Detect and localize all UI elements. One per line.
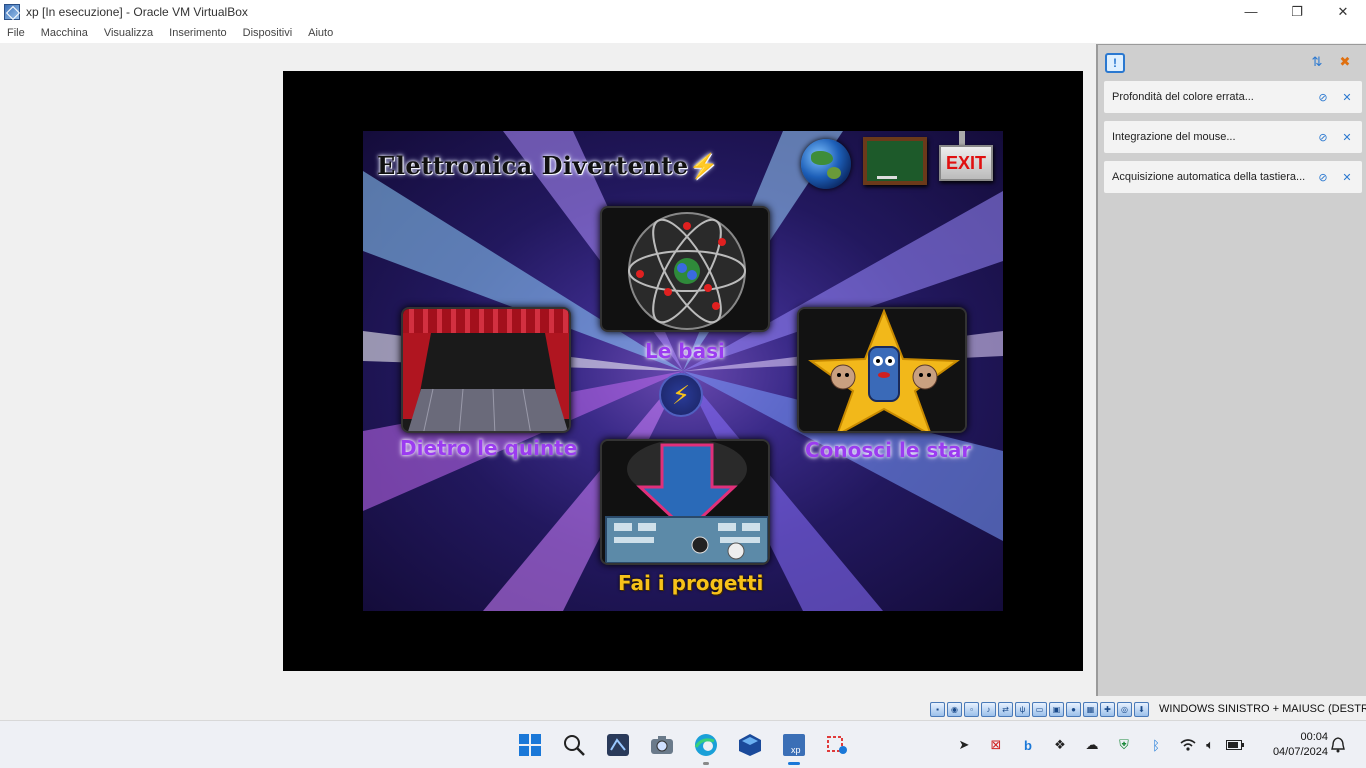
usb-icon[interactable]: ψ	[1015, 702, 1030, 717]
host-key-label: WINDOWS SINISTRO + MAIUSC (DESTRA)	[1159, 703, 1366, 715]
network-icon[interactable]: ⇄	[998, 702, 1013, 717]
notification-close-icon[interactable]: ✕	[1340, 170, 1354, 184]
stars-tile[interactable]	[797, 307, 967, 433]
notification-text: Integrazione del mouse...	[1112, 131, 1236, 143]
basics-tile[interactable]	[600, 206, 770, 332]
hard-disk-icon[interactable]: ▪	[930, 702, 945, 717]
theater-stage-icon	[403, 309, 569, 431]
notification-item: Profondità del colore errata... ⊘ ✕	[1104, 81, 1362, 113]
clock[interactable]: 00:04 04/07/2024	[1258, 730, 1328, 760]
notification-text: Profondità del colore errata...	[1112, 91, 1254, 103]
minimize-button[interactable]: —	[1228, 0, 1274, 23]
security-shield-icon[interactable]: ⛨	[1115, 736, 1133, 754]
keyboard-capture-icon[interactable]: ⬇	[1134, 702, 1149, 717]
dropbox-tray-icon[interactable]: ❖	[1051, 736, 1069, 754]
stars-label[interactable]: Conosci le star	[805, 438, 971, 462]
basics-label[interactable]: Le basi	[645, 339, 725, 363]
menu-input[interactable]: Inserimento	[169, 27, 226, 39]
camera-icon[interactable]	[649, 732, 675, 758]
optical-drive-icon[interactable]: ◉	[947, 702, 962, 717]
notification-panel: ! ⇅ ✖ Profondità del colore errata... ⊘ …	[1096, 44, 1366, 696]
exit-button[interactable]: EXIT	[939, 145, 993, 181]
windows-start-icon[interactable]	[517, 732, 543, 758]
virtualbox-icon[interactable]	[737, 732, 763, 758]
close-button[interactable]: ✕	[1320, 0, 1366, 23]
menu-view[interactable]: Visualizza	[104, 27, 153, 39]
edge-running-indicator	[703, 762, 709, 765]
recording-icon[interactable]: ●	[1066, 702, 1081, 717]
clock-time: 00:04	[1300, 731, 1328, 743]
b-app-tray-icon[interactable]: b	[1019, 736, 1037, 754]
game-title-text: Elettronica Divertente	[377, 151, 689, 180]
audio-icon[interactable]: ♪	[981, 702, 996, 717]
taskbar: xp ➤ ⊠ b ❖ ☁ ⛨ ᛒ 🔈︎ 00:04 04/07/2024	[0, 720, 1366, 768]
telegram-tray-icon[interactable]: ➤	[955, 736, 973, 754]
notification-ignore-icon[interactable]: ⊘	[1316, 90, 1330, 104]
edge-browser-icon[interactable]	[693, 732, 719, 758]
notification-close-icon[interactable]: ✕	[1340, 130, 1354, 144]
globe-icon[interactable]	[801, 139, 851, 189]
battery-icon[interactable]	[1226, 736, 1244, 754]
app-icon-dark[interactable]	[605, 732, 631, 758]
menu-help[interactable]: Aiuto	[308, 27, 333, 39]
mouse-integration-icon[interactable]: ◎	[1117, 702, 1132, 717]
chalkboard-icon[interactable]	[863, 137, 927, 185]
notification-ignore-icon[interactable]: ⊘	[1316, 170, 1330, 184]
game-title: Elettronica Divertente⚡	[377, 151, 719, 180]
lightning-bolt-icon: ⚡	[659, 373, 703, 417]
backstage-tile[interactable]	[401, 307, 571, 433]
menu-devices[interactable]: Dispositivi	[243, 27, 293, 39]
notification-sort-icon[interactable]: ⇅	[1308, 53, 1326, 71]
guest-additions-icon[interactable]: ✚	[1100, 702, 1115, 717]
floppy-icon[interactable]: ▫	[964, 702, 979, 717]
device-status-icons: ▪ ◉ ▫ ♪ ⇄ ψ ▭ ▣ ● ▦ ✚ ◎ ⬇	[930, 702, 1151, 717]
projects-tile[interactable]	[600, 439, 770, 565]
game-main-menu: Elettronica Divertente⚡ EXIT Le basi Die…	[363, 131, 1003, 611]
title-bolt-icon: ⚡	[688, 151, 719, 180]
menu-file[interactable]: File	[7, 27, 25, 39]
vm-display[interactable]: Elettronica Divertente⚡ EXIT Le basi Die…	[283, 71, 1083, 671]
vm-status-bar: ▪ ◉ ▫ ♪ ⇄ ψ ▭ ▣ ● ▦ ✚ ◎ ⬇ WINDOWS SINIST…	[0, 699, 1366, 720]
xp-vm-active-indicator	[788, 762, 800, 765]
bluetooth-icon[interactable]: ᛒ	[1147, 736, 1165, 754]
notification-header: ! ⇅ ✖	[1098, 45, 1366, 79]
notification-dismiss-all-icon[interactable]: ✖	[1336, 53, 1354, 71]
notification-text: Acquisizione automatica della tastiera..…	[1112, 171, 1306, 183]
snipping-tool-icon[interactable]	[825, 732, 851, 758]
menu-machine[interactable]: Macchina	[41, 27, 88, 39]
clock-date: 04/07/2024	[1272, 746, 1328, 758]
volume-icon[interactable]: 🔈︎	[1201, 736, 1219, 754]
xp-vm-window-icon[interactable]: xp	[781, 732, 807, 758]
menu-bar: File Macchina Visualizza Inserimento Dis…	[0, 23, 1366, 43]
notification-item: Acquisizione automatica della tastiera..…	[1104, 161, 1362, 193]
notification-item: Integrazione del mouse... ⊘ ✕	[1104, 121, 1362, 153]
onedrive-cloud-icon[interactable]: ☁	[1083, 736, 1101, 754]
window-controls: — ❐ ✕	[1228, 0, 1366, 23]
star-characters-icon	[799, 309, 965, 431]
notification-bell-icon[interactable]	[1329, 736, 1347, 754]
svg-text:xp: xp	[791, 745, 801, 755]
projects-label[interactable]: Fai i progetti	[618, 571, 763, 595]
notification-info-icon: !	[1105, 53, 1125, 73]
notification-close-icon[interactable]: ✕	[1340, 90, 1354, 104]
circuit-board-icon	[602, 441, 768, 563]
display-icon[interactable]: ▣	[1049, 702, 1064, 717]
maximize-button[interactable]: ❐	[1274, 0, 1320, 23]
wifi-icon[interactable]	[1179, 736, 1197, 754]
virtualbox-app-icon	[4, 3, 20, 20]
search-icon[interactable]	[561, 732, 587, 758]
backstage-label[interactable]: Dietro le quinte	[400, 436, 577, 460]
atom-icon	[628, 212, 746, 330]
window-title: xp [In esecuzione] - Oracle VM VirtualBo…	[26, 4, 248, 19]
notification-ignore-icon[interactable]: ⊘	[1316, 130, 1330, 144]
shared-folders-icon[interactable]: ▭	[1032, 702, 1047, 717]
cpu-icon[interactable]: ▦	[1083, 702, 1098, 717]
app-tray-icon-red[interactable]: ⊠	[987, 736, 1005, 754]
title-bar: xp [In esecuzione] - Oracle VM VirtualBo…	[0, 0, 1366, 23]
